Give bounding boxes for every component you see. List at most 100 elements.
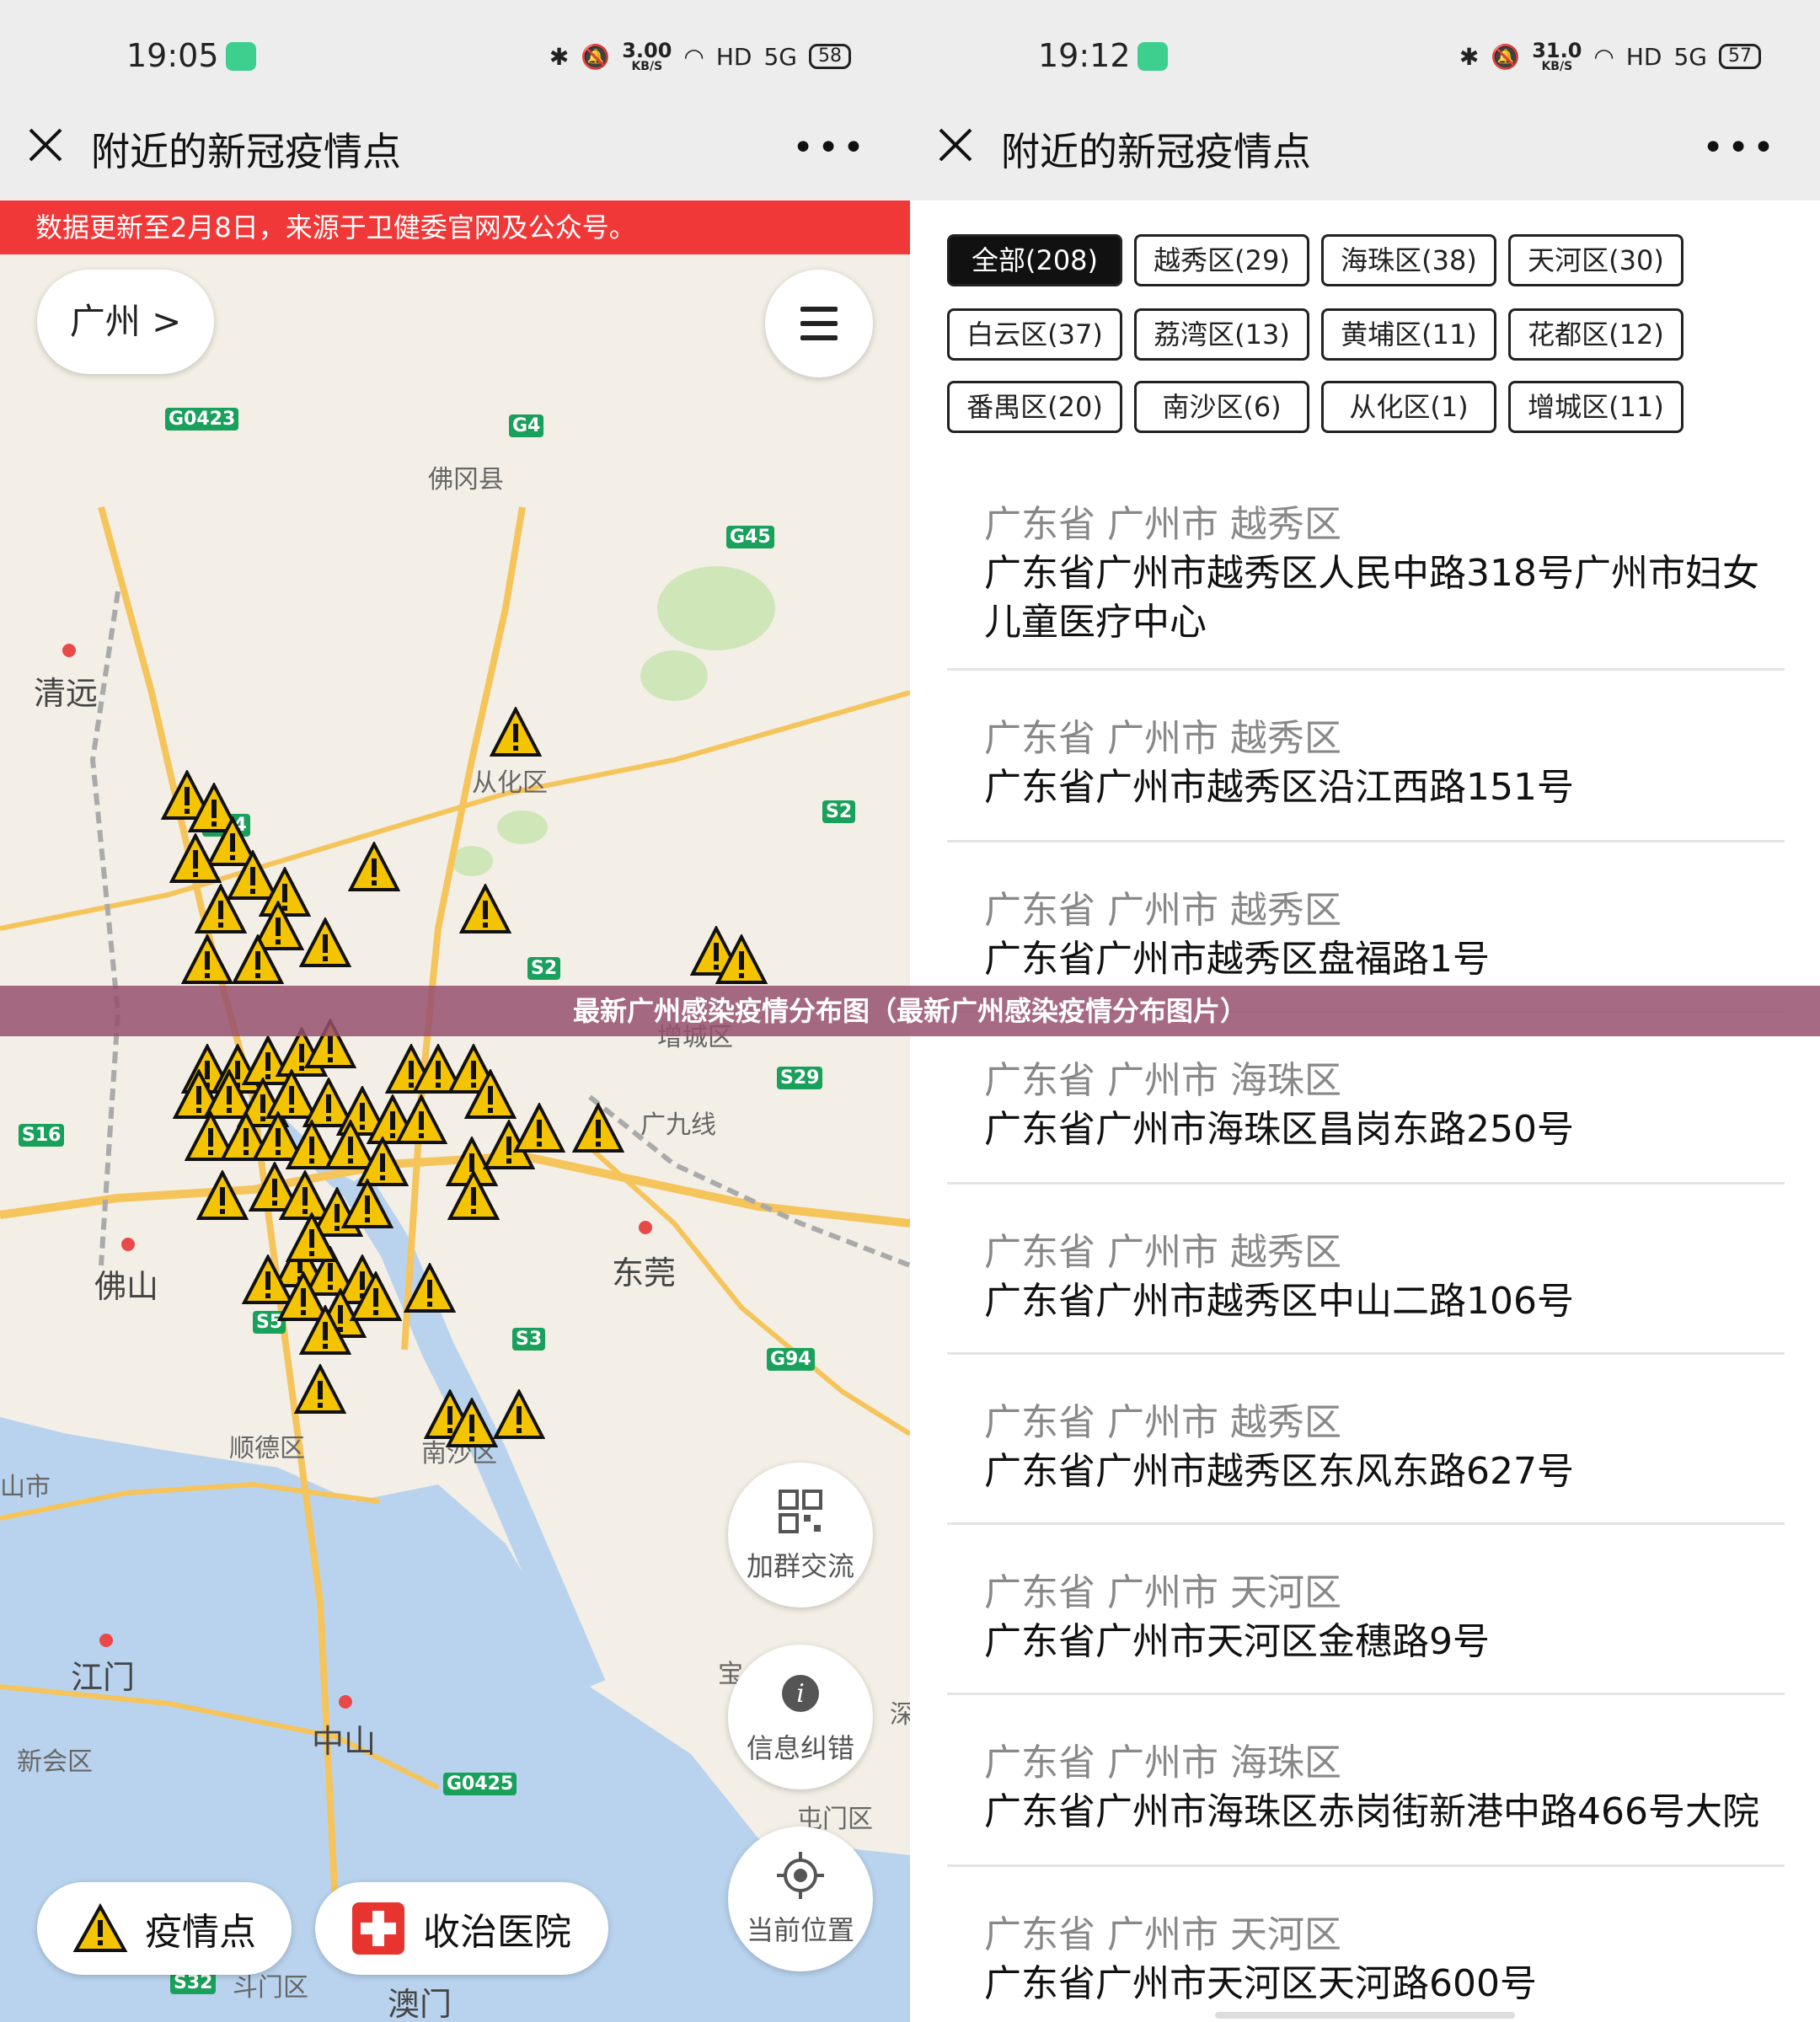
- highway-shield: G45: [726, 526, 774, 548]
- epidemic-point-marker[interactable]: [169, 833, 222, 885]
- epidemic-point-marker[interactable]: [459, 884, 511, 936]
- tab-huangpu[interactable]: 黄埔区(11): [1321, 308, 1496, 361]
- status-time: 19:12: [1038, 37, 1131, 74]
- battery-icon: 57: [1719, 44, 1761, 69]
- legend-hospitals-label: 收治医院: [423, 1911, 571, 1954]
- map-label: 佛山: [94, 1268, 159, 1305]
- item-address: 广东省广州市越秀区东风东路627号: [984, 1450, 1574, 1493]
- legend-points-label: 疫情点: [145, 1911, 256, 1954]
- tab-all[interactable]: 全部(208): [947, 234, 1122, 286]
- signal-label: 5G: [763, 42, 797, 71]
- current-location-button[interactable]: 当前位置: [728, 1827, 873, 1971]
- epidemic-point-marker[interactable]: [195, 884, 247, 936]
- epidemic-point-marker[interactable]: [294, 1364, 346, 1416]
- page-title: 附近的新冠疫情点: [91, 129, 401, 174]
- legend-hospitals-button[interactable]: 收治医院: [315, 1882, 608, 1975]
- item-address: 广东省广州市海珠区昌岗东路250号: [984, 1108, 1574, 1151]
- list-item[interactable]: 广东省 广州市 越秀区 广东省广州市越秀区中山二路106号: [947, 1185, 1785, 1355]
- list-item[interactable]: 广东省 广州市 天河区 广东省广州市天河区天河路600号: [947, 1867, 1785, 2010]
- item-address: 广东省广州市天河区金穗路9号: [984, 1620, 1490, 1663]
- tab-liwan[interactable]: 荔湾区(13): [1134, 308, 1309, 361]
- join-group-button[interactable]: 加群交流: [728, 1463, 873, 1607]
- mute-icon: 🔕: [581, 42, 611, 71]
- city-selector-button[interactable]: 广州 >: [37, 270, 214, 374]
- tab-zengcheng[interactable]: 增城区(11): [1508, 381, 1684, 433]
- tab-tianhe[interactable]: 天河区(30): [1508, 234, 1684, 286]
- epidemic-point-marker[interactable]: [181, 934, 233, 987]
- item-region: 广东省 广州市 越秀区: [984, 889, 1341, 932]
- status-icons: ✱ 🔕 3.00 KB/S ◠ HD 5G 58: [549, 40, 851, 72]
- epidemic-point-marker[interactable]: [572, 1103, 624, 1155]
- hd-label: HD: [715, 42, 752, 71]
- join-group-label: 加群交流: [746, 1550, 854, 1582]
- epidemic-point-marker[interactable]: [490, 707, 542, 759]
- list-item[interactable]: 广东省 广州市 越秀区 广东省广州市越秀区沿江西路151号: [947, 671, 1785, 842]
- epidemic-point-marker[interactable]: [493, 1389, 545, 1442]
- item-region: 广东省 广州市 越秀区: [984, 503, 1341, 546]
- map-label: 从化区: [472, 768, 548, 798]
- wifi-icon: ◠: [683, 42, 704, 71]
- map-label: 中山: [312, 1723, 377, 1760]
- list-item[interactable]: 广东省 广州市 海珠区 广东省广州市海珠区昌岗东路250号: [947, 1013, 1785, 1185]
- tab-huadu[interactable]: 花都区(12): [1508, 308, 1684, 361]
- report-error-button[interactable]: i 信息纠错: [728, 1645, 873, 1789]
- item-region: 广东省 广州市 海珠区: [984, 1741, 1341, 1784]
- current-location-label: 当前位置: [746, 1914, 854, 1946]
- epidemic-point-marker[interactable]: [464, 1069, 517, 1121]
- more-options-icon[interactable]: •••: [1702, 126, 1778, 169]
- tab-haizhu[interactable]: 海珠区(38): [1321, 234, 1496, 286]
- map-label: 佛冈县: [428, 465, 504, 495]
- highway-shield: S2: [527, 957, 561, 980]
- map-label: 深: [890, 1700, 910, 1730]
- list-item[interactable]: 广东省 广州市 海珠区 广东省广州市海珠区赤岗街新港中路466号大院: [947, 1695, 1785, 1867]
- list-item[interactable]: 广东省 广州市 天河区 广东省广州市天河区金穗路9号: [947, 1525, 1785, 1695]
- list-item[interactable]: 广东省 广州市 越秀区 广东省广州市越秀区东风东路627号: [947, 1355, 1785, 1525]
- page-title: 附近的新冠疫情点: [1001, 129, 1311, 174]
- warning-icon: [72, 1903, 128, 1952]
- net-speed: 3.00 KB/S: [622, 39, 672, 73]
- menu-icon-line: [800, 335, 838, 340]
- scroll-indicator: [1215, 2012, 1515, 2019]
- caption-overlay: 最新广州感染疫情分布图（最新广州感染疫情分布图片）: [0, 986, 1820, 1036]
- list-item[interactable]: 广东省 广州市 越秀区 广东省广州市越秀区人民中路318号广州市妇女儿童医疗中心: [947, 462, 1785, 671]
- close-icon[interactable]: [935, 125, 976, 165]
- tab-conghua[interactable]: 从化区(1): [1321, 381, 1496, 433]
- epidemic-point-marker[interactable]: [404, 1263, 456, 1315]
- location-list: 广东省 广州市 越秀区 广东省广州市越秀区人民中路318号广州市妇女儿童医疗中心…: [947, 462, 1785, 2010]
- map-label: 顺德区: [229, 1434, 305, 1463]
- highway-shield: G4: [509, 415, 544, 437]
- menu-icon-line: [800, 321, 838, 326]
- epidemic-point-marker[interactable]: [715, 934, 768, 987]
- status-icons: ✱ 🔕 31.0 KB/S ◠ HD 5G 57: [1459, 40, 1761, 72]
- item-region: 广东省 广州市 越秀区: [984, 1231, 1341, 1274]
- list-menu-button[interactable]: [765, 270, 873, 377]
- tab-baiyun[interactable]: 白云区(37): [947, 308, 1122, 361]
- item-region: 广东省 广州市 天河区: [984, 1571, 1341, 1614]
- tab-yuexiu[interactable]: 越秀区(29): [1134, 234, 1309, 286]
- epidemic-point-marker[interactable]: [348, 842, 400, 894]
- epidemic-point-marker[interactable]: [446, 1398, 498, 1450]
- item-address: 广东省广州市越秀区盘福路1号: [984, 938, 1490, 981]
- tab-nansha[interactable]: 南沙区(6): [1134, 381, 1309, 433]
- highway-shield: S3: [512, 1328, 546, 1351]
- map-label: 东莞: [612, 1254, 677, 1292]
- epidemic-point-marker[interactable]: [196, 1170, 249, 1222]
- epidemic-point-marker[interactable]: [447, 1170, 500, 1222]
- tab-panyu[interactable]: 番禺区(20): [947, 381, 1122, 433]
- epidemic-point-marker[interactable]: [350, 1271, 402, 1324]
- epidemic-point-marker[interactable]: [299, 1305, 351, 1357]
- more-options-icon[interactable]: •••: [792, 126, 868, 169]
- status-bar: 19:05 ✱ 🔕 3.00 KB/S ◠ HD 5G 58: [0, 0, 910, 101]
- epidemic-point-marker[interactable]: [341, 1179, 393, 1231]
- battery-icon: 58: [809, 44, 851, 69]
- mute-icon: 🔕: [1491, 42, 1521, 71]
- epidemic-point-marker[interactable]: [299, 917, 351, 970]
- highway-shield: S2: [822, 800, 856, 823]
- highway-shield: G94: [767, 1348, 815, 1371]
- net-speed: 31.0 KB/S: [1532, 39, 1582, 73]
- close-icon[interactable]: [25, 125, 66, 165]
- bluetooth-icon: ✱: [1459, 42, 1480, 71]
- epidemic-point-marker[interactable]: [513, 1103, 565, 1155]
- legend-points-button[interactable]: 疫情点: [37, 1882, 292, 1975]
- epidemic-point-marker[interactable]: [232, 934, 284, 987]
